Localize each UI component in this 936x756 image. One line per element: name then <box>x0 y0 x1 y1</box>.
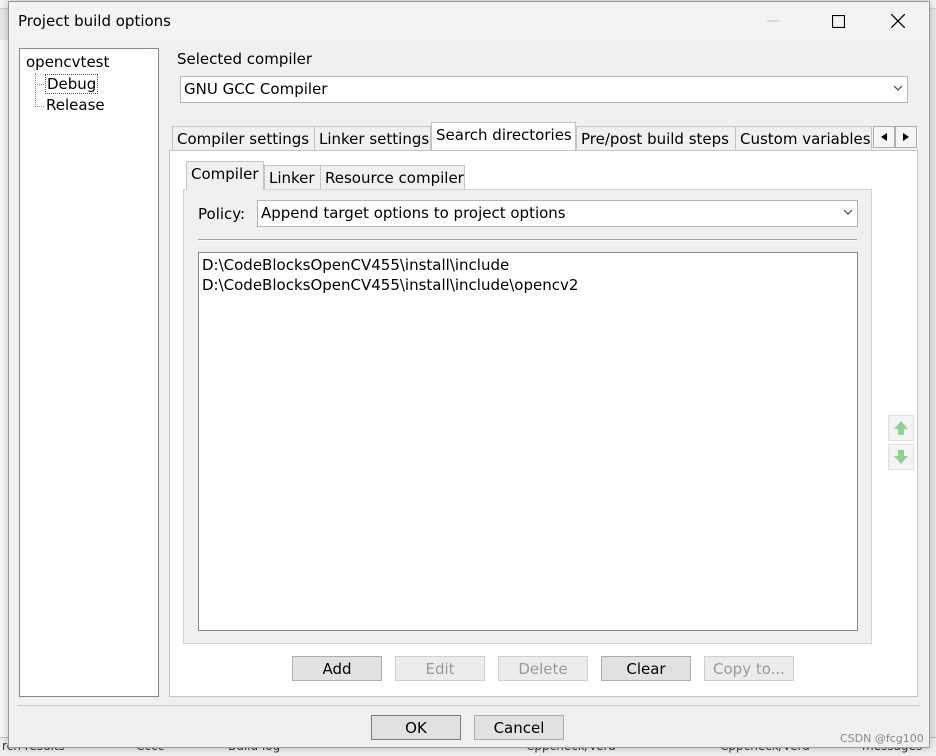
tab-compiler-settings[interactable]: Compiler settings <box>172 126 315 150</box>
edit-button[interactable]: Edit <box>395 656 485 681</box>
minimize-button[interactable] <box>750 2 796 40</box>
search-directories-page: Compiler Linker Resource compiler Policy… <box>169 150 918 697</box>
tree-connector <box>35 106 44 107</box>
subtab-resource-compiler[interactable]: Resource compiler <box>320 165 465 189</box>
compiler-select-value: GNU GCC Compiler <box>184 80 328 98</box>
tab-linker-settings[interactable]: Linker settings <box>314 126 431 150</box>
project-build-options-dialog: Project build options opencvtest Debug R… <box>8 1 930 748</box>
tab-custom-variables[interactable]: Custom variables <box>735 126 872 150</box>
maximize-icon <box>831 14 845 28</box>
delete-button[interactable]: Delete <box>498 656 588 681</box>
tree-item-release[interactable]: Release <box>45 96 106 114</box>
watermark: CSDN @fcg100 <box>840 732 924 745</box>
list-item[interactable]: D:\CodeBlocksOpenCV455\install\include <box>202 256 509 274</box>
chevron-down-icon <box>893 85 903 91</box>
minimize-icon <box>767 20 779 22</box>
tree-root-project[interactable]: opencvtest <box>26 53 109 71</box>
tab-scroll-right-button[interactable] <box>895 126 917 148</box>
compiler-dirs-page: Policy: Append target options to project… <box>183 189 872 644</box>
compiler-select[interactable]: GNU GCC Compiler <box>180 76 908 103</box>
build-target-tree[interactable]: opencvtest Debug Release <box>19 48 159 697</box>
triangle-left-icon <box>881 133 887 141</box>
options-tabs: Compiler settings Linker settings Search… <box>169 122 916 150</box>
copy-to-button[interactable]: Copy to... <box>704 656 794 681</box>
cancel-button[interactable]: Cancel <box>474 715 564 740</box>
arrow-up-icon <box>894 421 908 435</box>
arrow-down-icon <box>894 450 908 464</box>
tab-search-directories[interactable]: Search directories <box>431 122 576 150</box>
chevron-down-icon <box>843 209 853 215</box>
close-button[interactable] <box>875 2 921 40</box>
tree-connector <box>35 84 44 85</box>
options-panel: Selected compiler GNU GCC Compiler Compi… <box>169 40 918 697</box>
tree-connector <box>35 73 36 107</box>
tab-pre-post-build-steps[interactable]: Pre/post build steps <box>576 126 736 150</box>
maximize-button[interactable] <box>815 2 861 40</box>
dialog-title: Project build options <box>18 12 171 30</box>
subtab-linker[interactable]: Linker <box>264 165 321 189</box>
clear-button[interactable]: Clear <box>601 656 691 681</box>
move-down-button[interactable] <box>888 444 914 470</box>
selected-compiler-label: Selected compiler <box>177 50 313 68</box>
tab-scroll-left-button[interactable] <box>873 126 895 148</box>
subtab-compiler[interactable]: Compiler <box>186 161 264 190</box>
separator <box>17 705 920 706</box>
policy-label: Policy: <box>198 205 246 223</box>
list-item[interactable]: D:\CodeBlocksOpenCV455\install\include\o… <box>202 276 578 294</box>
policy-select[interactable]: Append target options to project options <box>257 200 858 227</box>
tree-item-debug[interactable]: Debug <box>45 74 99 94</box>
close-icon <box>891 14 905 28</box>
policy-select-value: Append target options to project options <box>261 204 566 222</box>
title-bar: Project build options <box>9 2 929 40</box>
move-up-button[interactable] <box>888 415 914 441</box>
add-button[interactable]: Add <box>292 656 382 681</box>
triangle-right-icon <box>903 133 909 141</box>
ok-button[interactable]: OK <box>371 715 461 740</box>
directories-list[interactable]: D:\CodeBlocksOpenCV455\install\include D… <box>198 252 858 631</box>
separator <box>198 239 857 241</box>
